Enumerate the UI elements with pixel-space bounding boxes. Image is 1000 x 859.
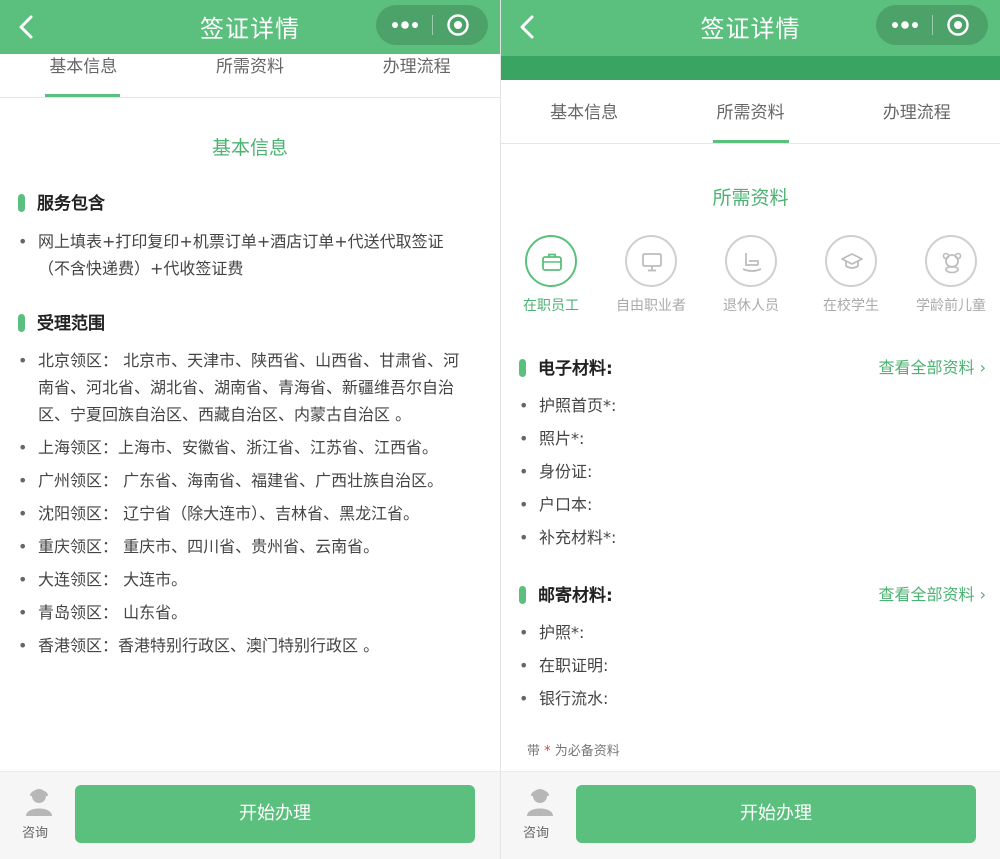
category-employee[interactable]: 在职员工	[506, 235, 596, 315]
heading-marker	[18, 314, 25, 332]
category-circle	[925, 235, 977, 287]
start-button[interactable]: 开始办理	[576, 785, 976, 843]
start-button[interactable]: 开始办理	[75, 785, 475, 843]
heading-marker	[519, 359, 526, 377]
tab-process[interactable]: 办理流程	[834, 98, 1000, 123]
see-all-electronic-link[interactable]: 查看全部资料 ›	[879, 354, 987, 378]
tab-basic-info[interactable]: 基本信息	[501, 98, 667, 123]
list-item: 身份证:	[519, 458, 960, 485]
graduation-cap-icon	[841, 253, 863, 269]
list-item: 户口本:	[519, 491, 960, 518]
scope-heading: 受理范围	[18, 309, 105, 334]
rocking-chair-icon	[742, 253, 762, 272]
tab-required-docs[interactable]: 所需资料	[167, 52, 334, 77]
list-item: 重庆领区： 重庆市、四川省、贵州省、云南省。	[18, 533, 460, 560]
consult-person-icon[interactable]	[525, 786, 555, 818]
left-screen: 签证详情 基本信息 所需资料 办理流程 基本信息 服务包含 网上填表+打印复印+…	[0, 0, 500, 859]
bottom-action-bar: 咨询 开始办理	[501, 771, 1000, 859]
tab-bar: 基本信息 所需资料 办理流程	[0, 54, 500, 98]
see-all-mail-link[interactable]: 查看全部资料 ›	[879, 581, 987, 605]
category-label: 在职员工	[523, 298, 579, 314]
tab-required-docs[interactable]: 所需资料	[667, 98, 833, 123]
list-item: 上海领区：上海市、安徽省、浙江省、江苏省、江西省。	[18, 434, 460, 461]
section-title: 基本信息	[211, 137, 288, 159]
consult-person-icon[interactable]	[24, 786, 54, 818]
category-label: 学龄前儿童	[916, 298, 986, 314]
required-star: *	[544, 744, 551, 759]
mini-program-capsule	[876, 5, 988, 45]
list-item: 护照*:	[519, 619, 960, 646]
list-item: 银行流水:	[519, 685, 960, 712]
consult-label[interactable]: 咨询	[22, 822, 48, 841]
category-label: 自由职业者	[616, 298, 686, 314]
heading-marker	[519, 586, 526, 604]
category-circle	[725, 235, 777, 287]
mail-heading: 邮寄材料:	[519, 581, 613, 606]
consult-label[interactable]: 咨询	[523, 822, 549, 841]
tab-process[interactable]: 办理流程	[333, 52, 500, 77]
electronic-list: 护照首页*: 照片*: 身份证: 户口本: 补充材料*:	[519, 392, 960, 557]
briefcase-icon	[542, 253, 562, 271]
list-item: 补充材料*:	[519, 524, 960, 551]
category-label: 退休人员	[723, 298, 779, 314]
mini-program-capsule	[376, 5, 488, 45]
category-circle	[525, 235, 577, 287]
list-item: 在职证明:	[519, 652, 960, 679]
electronic-heading: 电子材料:	[519, 354, 613, 379]
mail-list: 护照*: 在职证明: 银行流水:	[519, 619, 960, 718]
right-screen: 签证详情 基本信息 所需资料 办理流程 所需资料 在职员工 自由职业者 退休人员…	[500, 0, 1000, 859]
category-student[interactable]: 在校学生	[806, 235, 896, 315]
capsule-divider	[932, 15, 933, 35]
heading-marker	[18, 194, 25, 212]
category-retiree[interactable]: 退休人员	[706, 235, 796, 315]
list-item: 青岛领区： 山东省。	[18, 599, 460, 626]
tab-bar: 基本信息 所需资料 办理流程	[501, 88, 1000, 144]
teddy-bear-icon	[942, 252, 962, 274]
category-circle	[625, 235, 677, 287]
list-item: 香港领区：香港特别行政区、澳门特别行政区 。	[18, 632, 460, 659]
section-title: 所需资料	[712, 187, 789, 209]
category-freelancer[interactable]: 自由职业者	[606, 235, 696, 315]
service-heading: 服务包含	[18, 189, 105, 214]
more-icon[interactable]	[890, 17, 920, 33]
navigation-bar: 签证详情	[501, 0, 1000, 56]
list-item: 护照首页*:	[519, 392, 960, 419]
category-label: 在校学生	[823, 298, 879, 314]
active-tab-indicator	[713, 140, 789, 143]
monitor-icon	[642, 253, 662, 272]
close-target-icon[interactable]	[946, 13, 970, 37]
header-band	[501, 56, 1000, 80]
category-preschool[interactable]: 学龄前儿童	[906, 235, 996, 315]
list-item: 大连领区： 大连市。	[18, 566, 460, 593]
required-footnote: 带 * 为必备资料	[527, 744, 620, 759]
close-target-icon[interactable]	[446, 13, 470, 37]
category-circle	[825, 235, 877, 287]
bottom-action-bar: 咨询 开始办理	[0, 771, 500, 859]
active-tab-indicator	[45, 94, 120, 97]
capsule-divider	[432, 15, 433, 35]
list-item: 北京领区： 北京市、天津市、陕西省、山西省、甘肃省、河南省、河北省、湖北省、湖南…	[18, 347, 460, 428]
service-list: 网上填表+打印复印+机票订单+酒店订单+代送代取签证（不含快递费）+代收签证费	[18, 228, 460, 288]
list-item: 照片*:	[519, 425, 960, 452]
list-item: 沈阳领区： 辽宁省（除大连市）、吉林省、黑龙江省。	[18, 500, 460, 527]
tab-basic-info[interactable]: 基本信息	[0, 52, 167, 77]
list-item: 广州领区： 广东省、海南省、福建省、广西壮族自治区。	[18, 467, 460, 494]
scope-list: 北京领区： 北京市、天津市、陕西省、山西省、甘肃省、河南省、河北省、湖北省、湖南…	[18, 347, 460, 665]
navigation-bar: 签证详情	[0, 0, 500, 56]
list-item: 网上填表+打印复印+机票订单+酒店订单+代送代取签证（不含快递费）+代收签证费	[18, 228, 460, 282]
more-icon[interactable]	[390, 17, 420, 33]
